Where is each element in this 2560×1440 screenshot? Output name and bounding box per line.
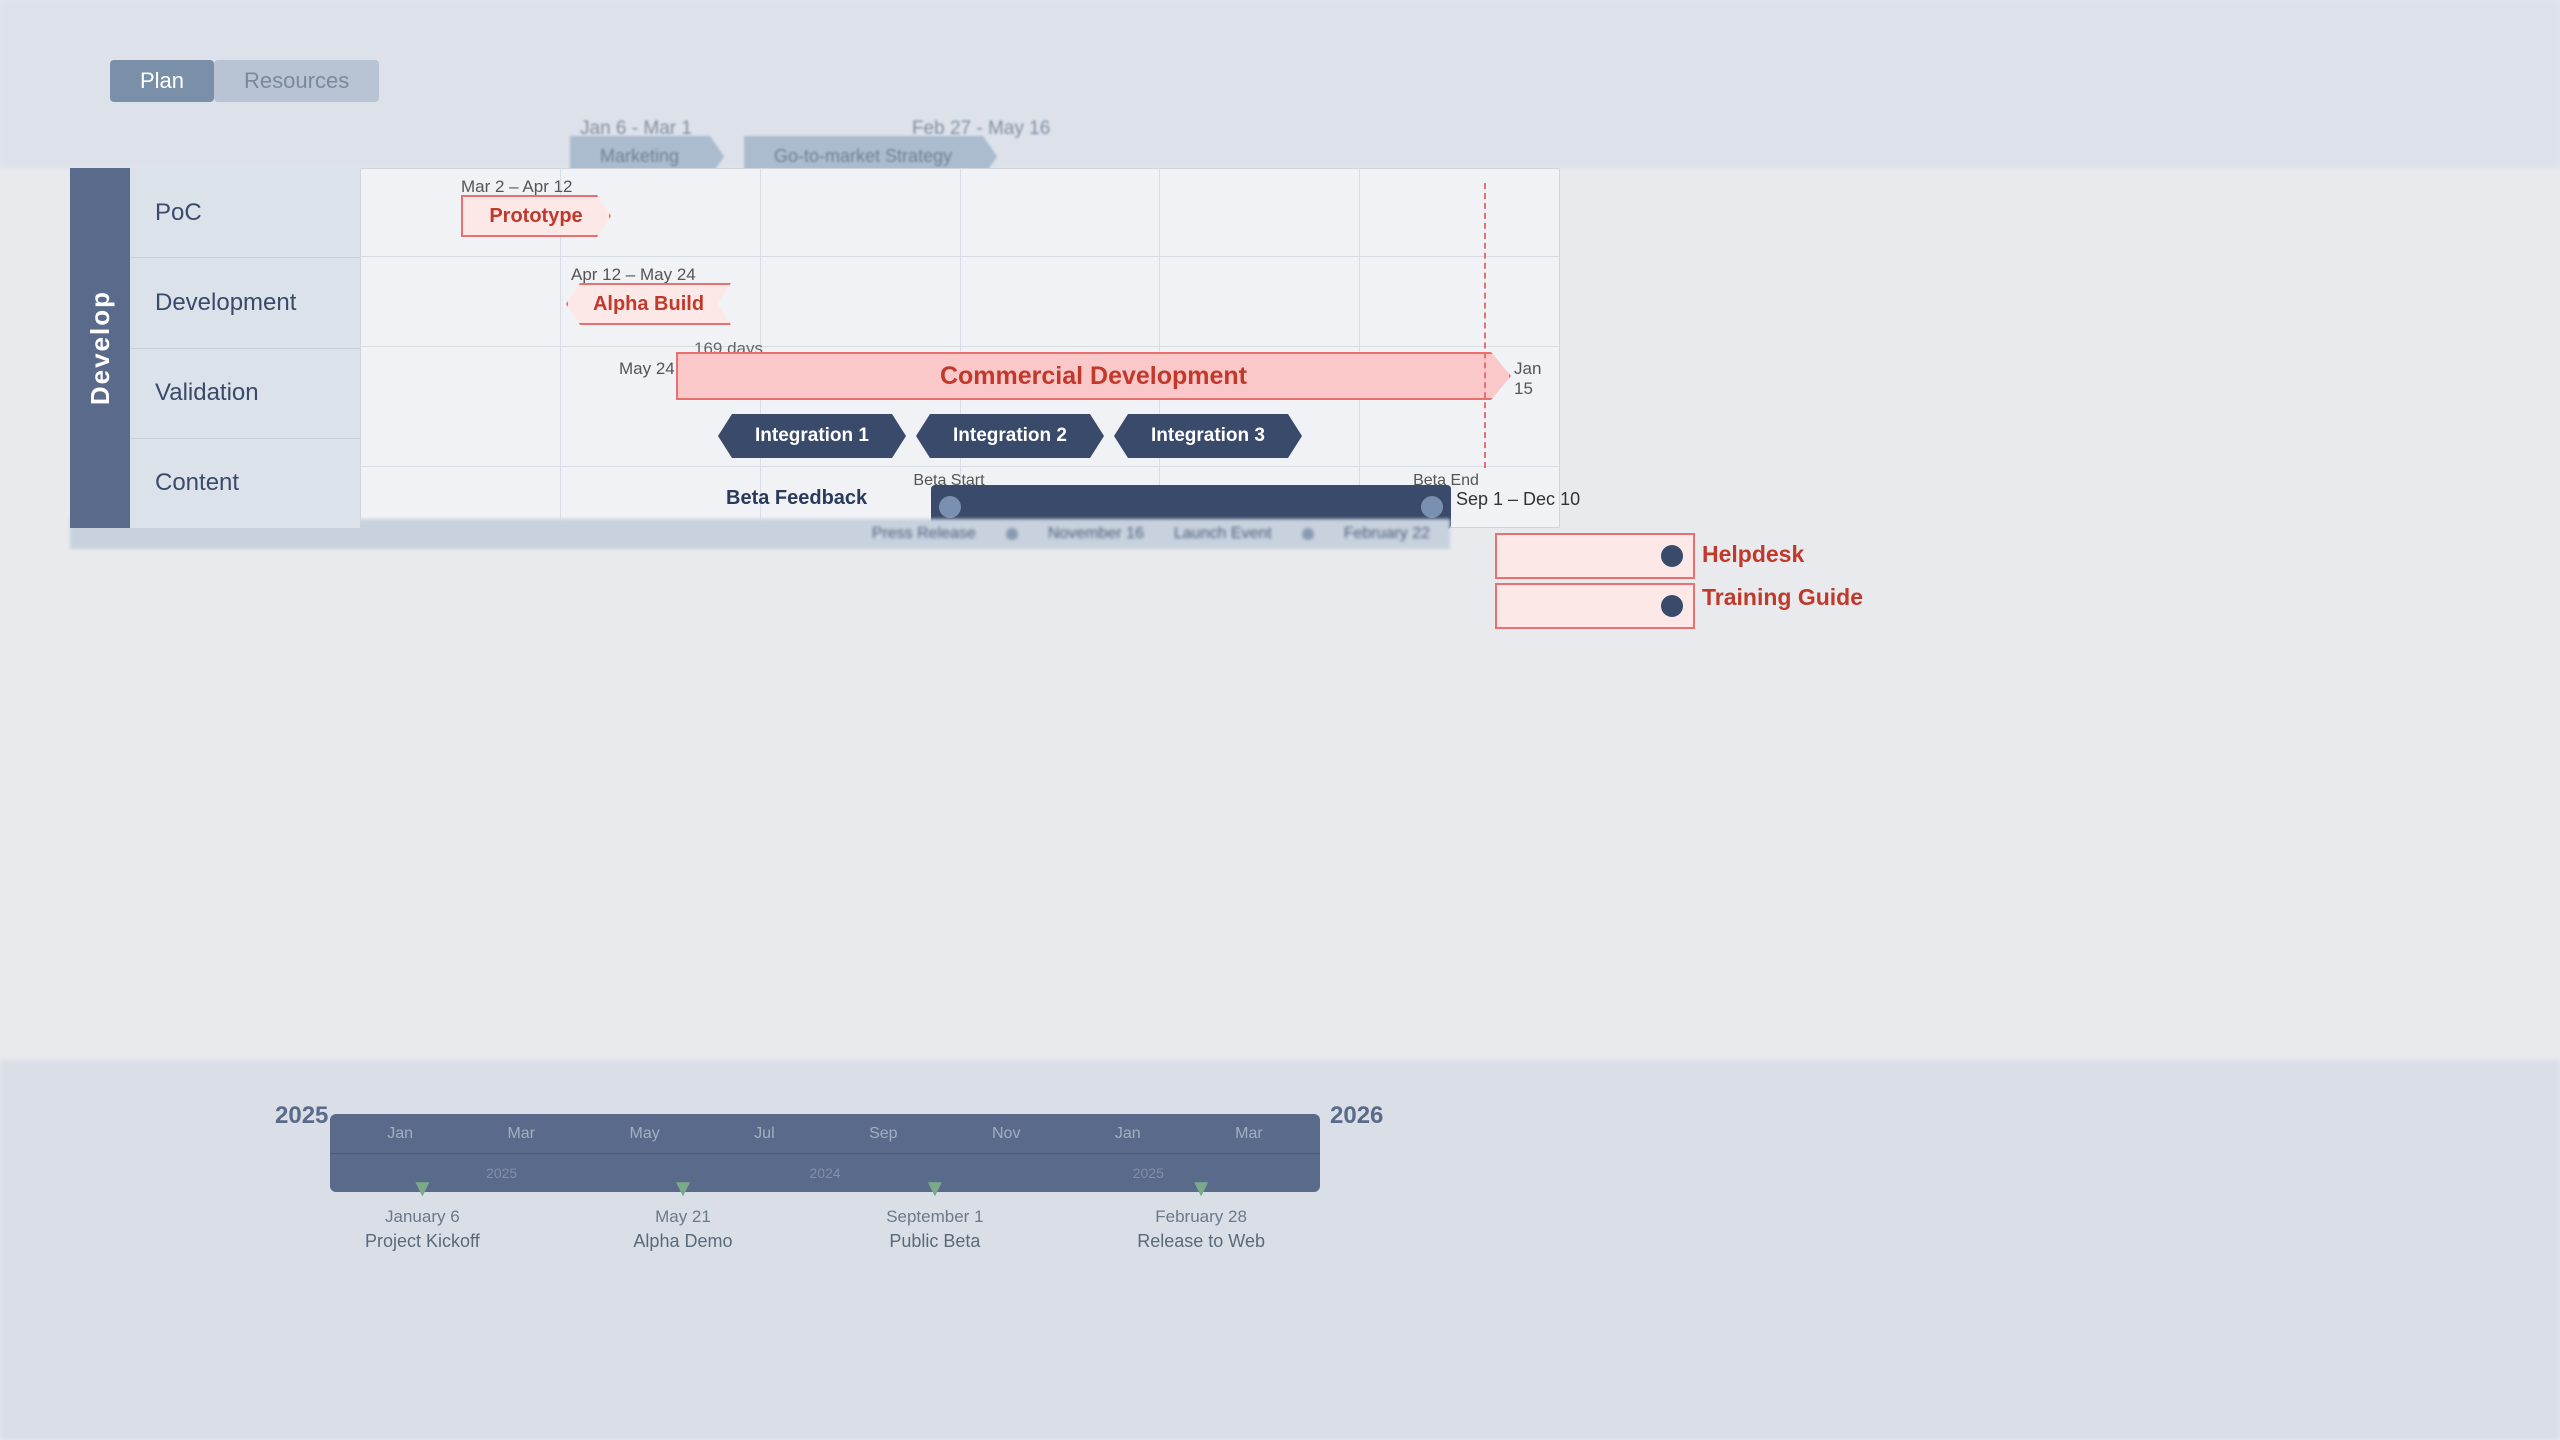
beta-feedback-label: Beta Feedback xyxy=(726,487,867,510)
helpdesk-dot xyxy=(1661,545,1683,567)
month-jan: Jan xyxy=(387,1125,413,1143)
task-integration1[interactable]: Integration 1 xyxy=(718,414,906,458)
milestone-name-4: Release to Web xyxy=(1137,1231,1265,1252)
milestones-area: ▼ January 6 Project Kickoff ▼ May 21 Alp… xyxy=(365,1175,1265,1252)
training-dot xyxy=(1661,595,1683,617)
grid-col-5 xyxy=(1359,169,1360,527)
month-nov: Nov xyxy=(992,1125,1020,1143)
month-jul: Jul xyxy=(754,1125,774,1143)
milestone-name-3: Public Beta xyxy=(889,1231,980,1252)
tab-plan[interactable]: Plan xyxy=(110,60,214,102)
year-left: 2025 xyxy=(275,1102,328,1130)
grid-col-4 xyxy=(1159,169,1160,527)
milestone-date-1: January 6 xyxy=(385,1207,460,1227)
month-mar: Mar xyxy=(507,1125,535,1143)
gantt-chart-area: Mar 2 – Apr 12 Prototype Apr 12 – May 24… xyxy=(360,168,1560,528)
comm-start-date: May 24 xyxy=(619,359,675,379)
sidebar-develop: Develop xyxy=(70,168,130,528)
task-training-guide[interactable] xyxy=(1495,583,1695,629)
alpha-date-label: Apr 12 – May 24 xyxy=(571,265,696,285)
milestone-date-3: September 1 xyxy=(886,1207,983,1227)
task-commercial-dev[interactable]: Commercial Development xyxy=(676,352,1511,400)
milestone-name-2: Alpha Demo xyxy=(633,1231,732,1252)
status-press-release: Press Release xyxy=(872,525,976,543)
beta-dot-end xyxy=(1421,496,1443,518)
milestone-kickoff: ▼ January 6 Project Kickoff xyxy=(365,1175,480,1252)
month-jan2: Jan xyxy=(1115,1125,1141,1143)
year-right: 2026 xyxy=(1330,1102,1383,1130)
status-nov: November 16 xyxy=(1048,525,1144,543)
month-sep: Sep xyxy=(869,1125,897,1143)
status-feb: February 22 xyxy=(1344,525,1430,543)
prototype-date-label: Mar 2 – Apr 12 xyxy=(461,177,573,197)
top-overlay xyxy=(0,0,2560,168)
task-helpdesk[interactable] xyxy=(1495,533,1695,579)
sidebar-develop-label: Develop xyxy=(85,290,116,405)
beta-date-range: Sep 1 – Dec 10 xyxy=(1456,489,1580,510)
milestone-alpha: ▼ May 21 Alpha Demo xyxy=(633,1175,732,1252)
month-may: May xyxy=(629,1125,659,1143)
milestone-date-2: May 21 xyxy=(655,1207,711,1227)
task-alpha-build[interactable]: Alpha Build xyxy=(566,283,731,325)
status-dot-2 xyxy=(1302,528,1314,540)
task-integration3[interactable]: Integration 3 xyxy=(1114,414,1302,458)
comm-end-date: Jan 15 xyxy=(1514,359,1559,399)
task-integration2[interactable]: Integration 2 xyxy=(916,414,1104,458)
sidebar-cat-development: Development xyxy=(130,258,360,348)
sidebar-cat-content: Content xyxy=(130,439,360,528)
month-mar2: Mar xyxy=(1235,1125,1263,1143)
milestone-date-4: February 28 xyxy=(1155,1207,1247,1227)
top-nav-area: Plan Resources xyxy=(110,60,379,102)
status-launch: Launch Event xyxy=(1174,525,1272,543)
row-div-2 xyxy=(361,346,1559,347)
milestone-release: ▼ February 28 Release to Web xyxy=(1137,1175,1265,1252)
task-commercial-dev-label: Commercial Development xyxy=(940,362,1247,391)
gantt-sidebar: Develop PoC Development Validation Conte… xyxy=(70,168,360,528)
sidebar-cat-validation: Validation xyxy=(130,349,360,439)
milestone-arrow-2: ▼ xyxy=(671,1175,695,1203)
milestone-name-1: Project Kickoff xyxy=(365,1231,480,1252)
task-prototype[interactable]: Prototype xyxy=(461,195,611,237)
helpdesk-label: Helpdesk xyxy=(1702,541,1804,568)
sidebar-cat-poc: PoC xyxy=(130,168,360,258)
milestone-arrow-1: ▼ xyxy=(410,1175,434,1203)
milestone-arrow-3: ▼ xyxy=(923,1175,947,1203)
row-div-1 xyxy=(361,256,1559,257)
status-dot-1 xyxy=(1006,528,1018,540)
row-div-3 xyxy=(361,466,1559,467)
beta-dot-start xyxy=(939,496,961,518)
milestone-beta: ▼ September 1 Public Beta xyxy=(886,1175,983,1252)
milestone-arrow-4: ▼ xyxy=(1189,1175,1213,1203)
training-guide-label: Training Guide xyxy=(1702,584,1863,612)
tab-resources[interactable]: Resources xyxy=(214,60,379,102)
dashed-line-vertical xyxy=(1484,183,1486,468)
sidebar-categories: PoC Development Validation Content xyxy=(130,168,360,528)
